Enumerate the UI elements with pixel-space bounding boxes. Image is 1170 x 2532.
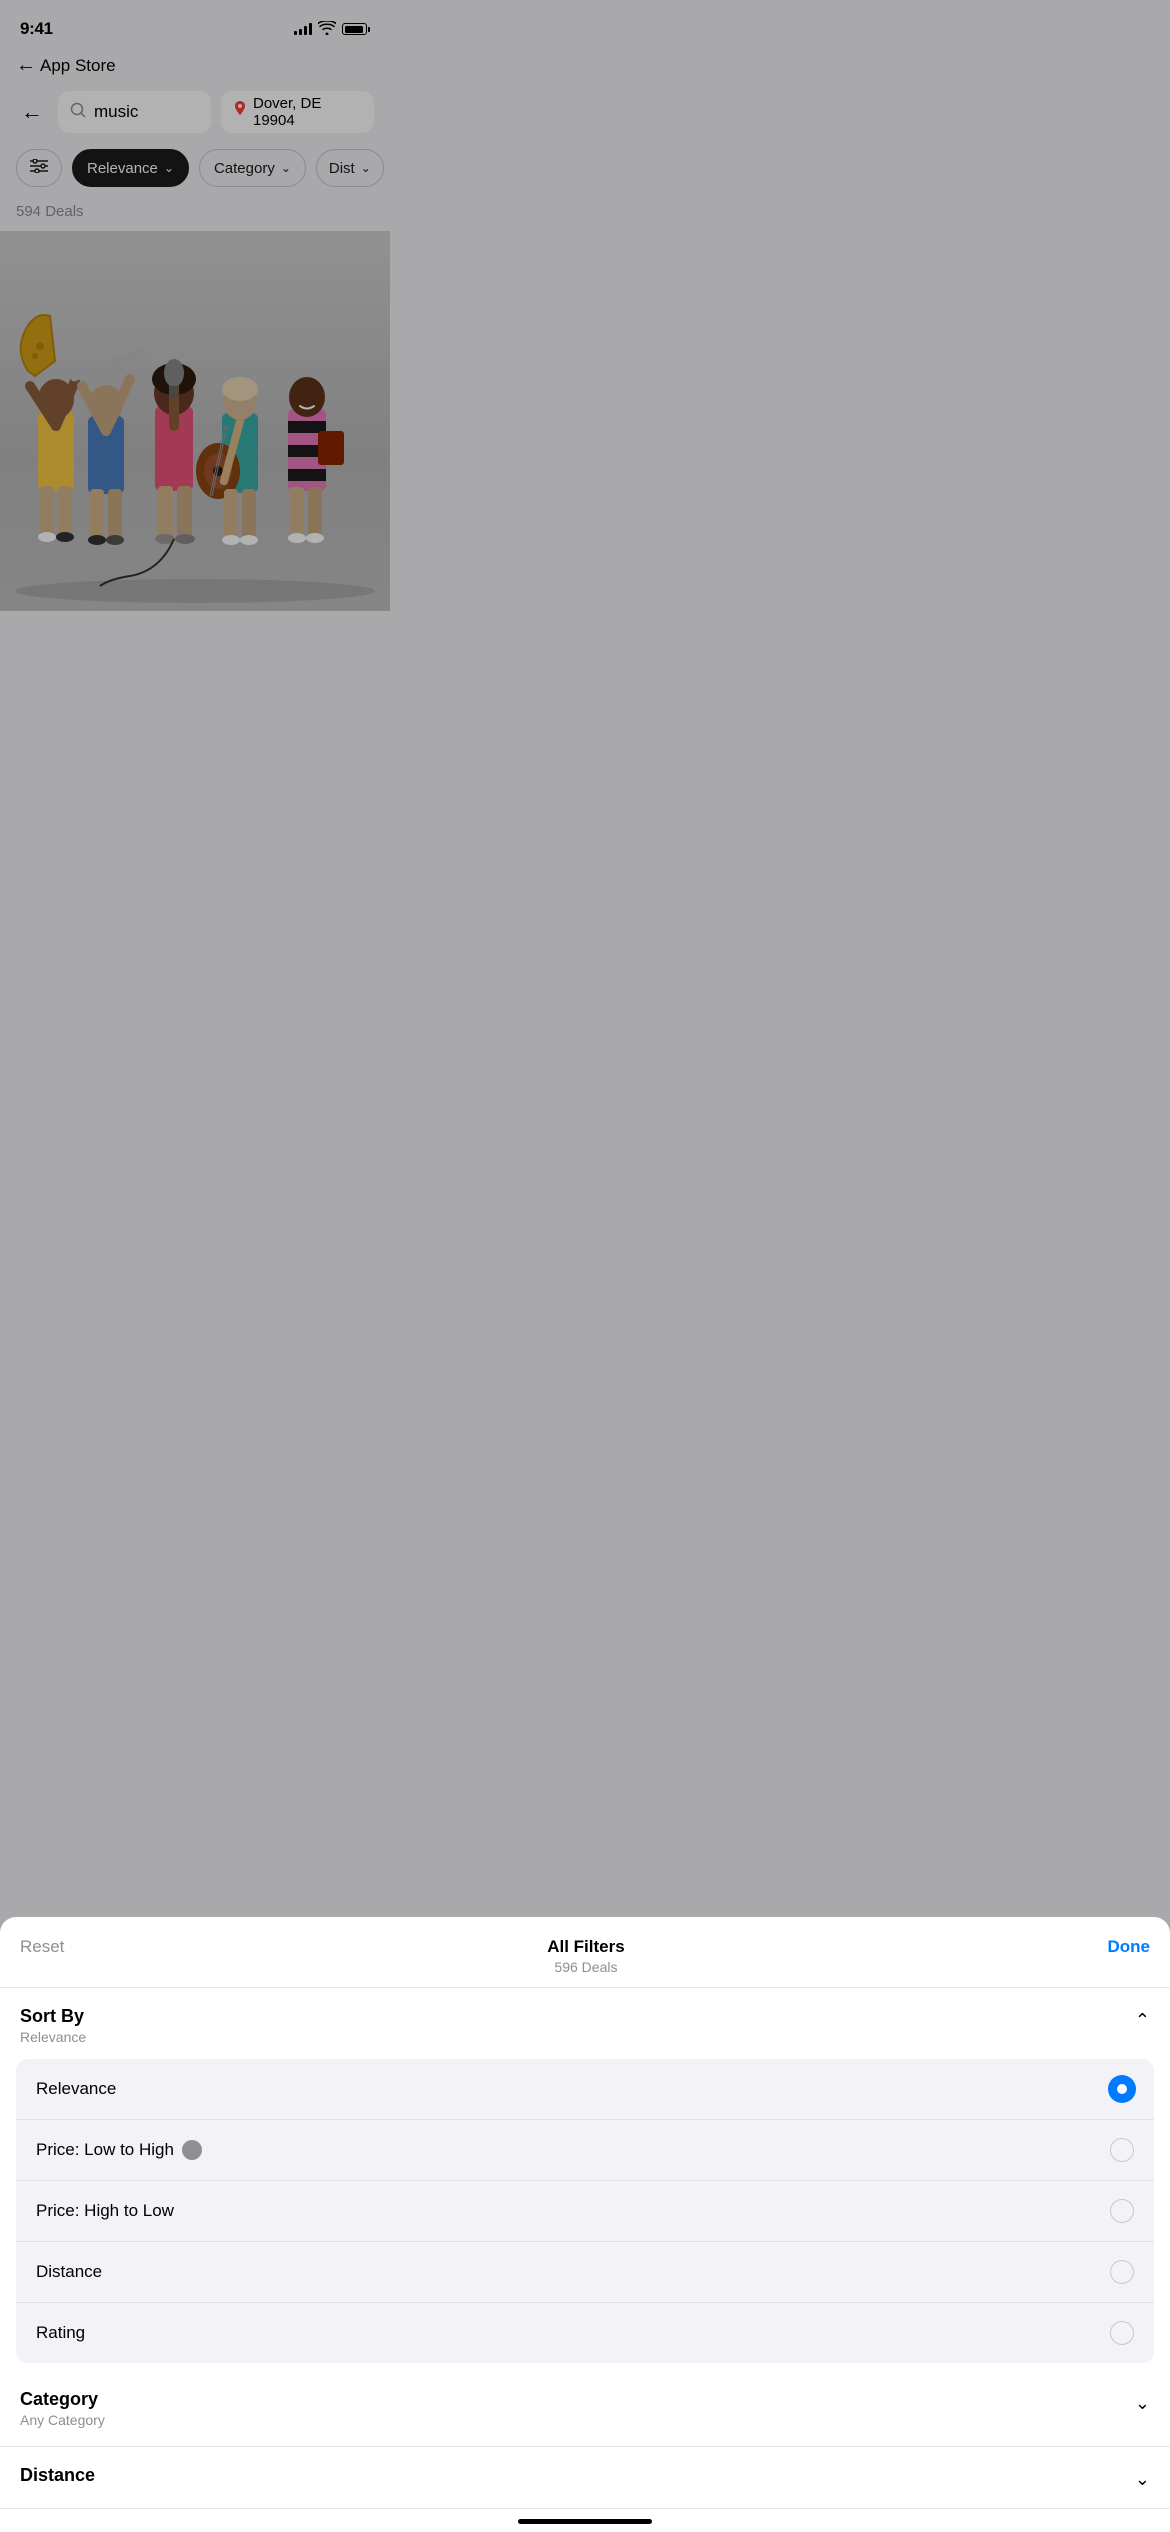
sort-option-price-high-low-label: Price: High to Low [36, 2201, 174, 2221]
sort-option-price-high-low-radio[interactable] [1110, 2199, 1134, 2223]
price-low-high-wrap: Price: Low to High [36, 2140, 202, 2160]
category-title-block: Category Any Category [20, 2389, 105, 2428]
sort-option-rating-radio[interactable] [1110, 2321, 1134, 2345]
sort-option-distance-radio[interactable] [1110, 2260, 1134, 2284]
sort-option-relevance-radio[interactable] [1110, 2077, 1134, 2101]
filter-done-button[interactable]: Done [1107, 1937, 1150, 1957]
sort-by-section: Sort By Relevance ⌃ Relevance Price: Low… [0, 1988, 1170, 2363]
sort-by-subtitle: Relevance [20, 2029, 86, 2045]
distance-title: Distance [20, 2465, 95, 2486]
sort-option-rating[interactable]: Rating [16, 2303, 1154, 2363]
filter-sheet: Reset All Filters 596 Deals Done Sort By… [0, 1917, 1170, 2532]
filter-modal-overlay: Reset All Filters 596 Deals Done Sort By… [0, 0, 1170, 2532]
sort-by-title: Sort By [20, 2006, 86, 2027]
category-chevron-down-icon: ⌄ [1135, 2393, 1150, 2414]
sort-option-distance[interactable]: Distance [16, 2242, 1154, 2303]
sort-by-header[interactable]: Sort By Relevance ⌃ [20, 2006, 1150, 2059]
distance-section[interactable]: Distance ⌄ [0, 2447, 1170, 2509]
distance-title-block: Distance [20, 2465, 95, 2486]
category-section[interactable]: Category Any Category ⌄ [0, 2371, 1170, 2447]
sort-options: Relevance Price: Low to High Price: High… [16, 2059, 1154, 2363]
price-low-high-badge [182, 2140, 202, 2160]
sort-option-rating-label: Rating [36, 2323, 85, 2343]
distance-chevron-down-icon: ⌄ [1135, 2469, 1150, 2490]
home-bar [518, 2519, 652, 2524]
sort-option-distance-label: Distance [36, 2262, 102, 2282]
sort-by-title-block: Sort By Relevance [20, 2006, 86, 2045]
category-subtitle: Any Category [20, 2412, 105, 2428]
sort-option-price-low-high[interactable]: Price: Low to High [16, 2120, 1154, 2181]
sort-option-price-high-low[interactable]: Price: High to Low [16, 2181, 1154, 2242]
category-title: Category [20, 2389, 105, 2410]
sort-option-price-low-high-label: Price: Low to High [36, 2140, 174, 2160]
home-indicator [0, 2509, 1170, 2532]
sort-option-price-low-high-radio[interactable] [1110, 2138, 1134, 2162]
sort-option-relevance-label: Relevance [36, 2079, 116, 2099]
sort-by-chevron-up-icon: ⌃ [1135, 2010, 1150, 2031]
filter-title: All Filters [547, 1937, 624, 1957]
filter-reset-button[interactable]: Reset [20, 1937, 64, 1957]
sort-option-relevance[interactable]: Relevance [16, 2059, 1154, 2120]
filter-sheet-header: Reset All Filters 596 Deals Done [0, 1917, 1170, 1988]
filter-deals-count: 596 Deals [547, 1959, 624, 1975]
filter-title-block: All Filters 596 Deals [547, 1937, 624, 1975]
